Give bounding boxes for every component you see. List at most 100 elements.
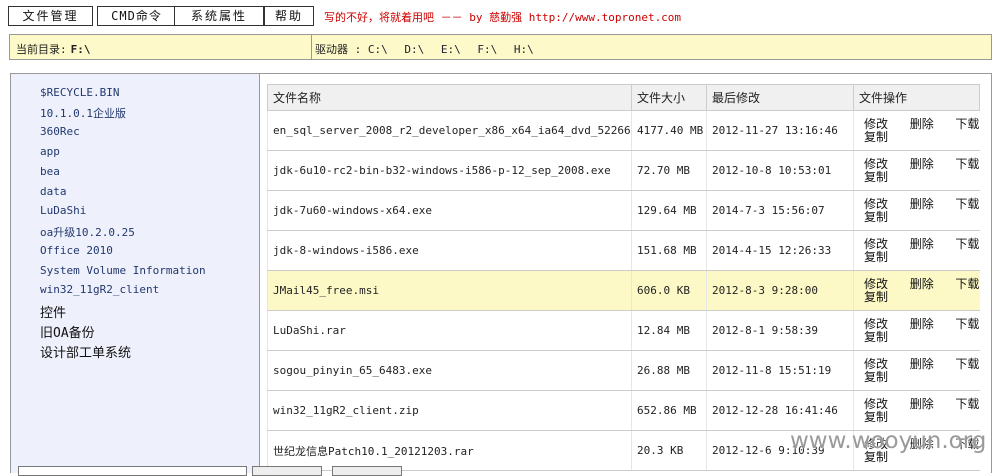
edit-link[interactable]: 修改 (864, 357, 888, 371)
edit-link[interactable]: 修改 (864, 157, 888, 171)
table-row: JMail45_free.msi 606.0 KB 2012-8-3 9:28:00… (267, 270, 980, 311)
delete-link[interactable]: 删除 (910, 237, 934, 251)
folder-item[interactable]: System Volume Information (40, 264, 206, 277)
copy-link[interactable]: 复制 (864, 330, 888, 344)
header-file-name: 文件名称 (267, 84, 632, 111)
folder-item[interactable]: oa升级10.2.0.25 (40, 224, 135, 240)
copy-link[interactable]: 复制 (864, 250, 888, 264)
edit-link[interactable]: 修改 (864, 397, 888, 411)
file-size-cell: 12.84 MB (631, 310, 707, 351)
file-size-cell: 4177.40 MB (631, 110, 707, 151)
table-row: sogou_pinyin_65_6483.exe 26.88 MB 2012-11-… (267, 350, 980, 391)
folder-item[interactable]: Office 2010 (40, 244, 113, 257)
delete-link[interactable]: 删除 (910, 157, 934, 171)
file-actions-cell: 修改 删除 下载复制 (853, 350, 980, 391)
folder-item[interactable]: 控件 (40, 302, 66, 321)
download-link[interactable]: 下载 (955, 157, 979, 171)
bottom-button-1[interactable] (252, 466, 322, 476)
system-properties-button[interactable]: 系统属性 (174, 6, 264, 26)
bottom-input[interactable] (18, 466, 247, 476)
folder-item[interactable]: win32_11gR2_client (40, 283, 159, 296)
copy-link[interactable]: 复制 (864, 170, 888, 184)
file-size-cell: 606.0 KB (631, 270, 707, 311)
folder-item[interactable]: 设计部工单系统 (40, 342, 131, 361)
delete-link[interactable]: 删除 (910, 117, 934, 131)
file-name-cell[interactable]: jdk-6u10-rc2-bin-b32-windows-i586-p-12_s… (267, 150, 632, 191)
copy-link[interactable]: 复制 (864, 130, 888, 144)
file-actions-cell: 修改 删除 下载复制 (853, 150, 980, 191)
table-row: en_sql_server_2008_r2_developer_x86_x64_… (267, 110, 980, 151)
file-actions-cell: 修改 删除 下载复制 (853, 310, 980, 351)
file-name-cell[interactable]: JMail45_free.msi (267, 270, 632, 311)
folder-item[interactable]: bea (40, 165, 60, 178)
file-name-cell[interactable]: jdk-8-windows-i586.exe (267, 230, 632, 271)
file-modified-cell: 2012-10-8 10:53:01 (706, 150, 854, 191)
download-link[interactable]: 下载 (955, 237, 979, 251)
folder-sidebar: $RECYCLE.BIN 10.1.0.1企业版 360Rec app bea … (11, 74, 260, 473)
copy-link[interactable]: 复制 (864, 410, 888, 424)
download-link[interactable]: 下载 (955, 277, 979, 291)
drive-h[interactable]: H:\ (514, 43, 534, 56)
top-menu: 文件管理 CMD命令 系统属性 帮助 写的不好，将就着用吧 －－ by 慈勤强 … (8, 6, 993, 28)
file-size-cell: 151.68 MB (631, 230, 707, 271)
edit-link[interactable]: 修改 (864, 277, 888, 291)
download-link[interactable]: 下载 (955, 317, 979, 331)
copy-link[interactable]: 复制 (864, 210, 888, 224)
table-row: jdk-8-windows-i586.exe 151.68 MB 2014-4-15… (267, 230, 980, 271)
author-tagline: 写的不好，将就着用吧 －－ by 慈勤强 http://www.topronet… (324, 11, 682, 24)
drive-d[interactable]: D:\ (404, 43, 424, 56)
watermark: www.wooyun.org (790, 428, 987, 454)
download-link[interactable]: 下载 (955, 117, 979, 131)
delete-link[interactable]: 删除 (910, 357, 934, 371)
file-name-cell[interactable]: sogou_pinyin_65_6483.exe (267, 350, 632, 391)
file-manage-button[interactable]: 文件管理 (8, 6, 93, 26)
path-divider (311, 35, 312, 59)
folder-item[interactable]: 旧OA备份 (40, 322, 95, 341)
file-name-cell[interactable]: 世纪龙信息Patch10.1_20121203.rar (267, 430, 632, 471)
drive-c[interactable]: C:\ (368, 43, 388, 56)
file-size-cell: 26.88 MB (631, 350, 707, 391)
copy-link[interactable]: 复制 (864, 370, 888, 384)
download-link[interactable]: 下载 (955, 197, 979, 211)
file-size-cell: 20.3 KB (631, 430, 707, 471)
edit-link[interactable]: 修改 (864, 117, 888, 131)
folder-item[interactable]: LuDaShi (40, 204, 86, 217)
table-row: jdk-6u10-rc2-bin-b32-windows-i586-p-12_s… (267, 150, 980, 191)
file-name-cell[interactable]: jdk-7u60-windows-x64.exe (267, 190, 632, 231)
file-size-cell: 129.64 MB (631, 190, 707, 231)
folder-item[interactable]: 10.1.0.1企业版 (40, 105, 126, 121)
help-button[interactable]: 帮助 (264, 6, 314, 26)
edit-link[interactable]: 修改 (864, 197, 888, 211)
current-directory: 当前目录: F:\ (16, 41, 91, 57)
file-list-area: 文件名称 文件大小 最后修改 文件操作 en_sql_server_2008_r… (261, 74, 991, 473)
file-table: 文件名称 文件大小 最后修改 文件操作 en_sql_server_2008_r… (267, 84, 980, 471)
drive-f[interactable]: F:\ (477, 43, 497, 56)
cmd-button[interactable]: CMD命令 (97, 6, 176, 26)
folder-item[interactable]: 360Rec (40, 125, 80, 138)
file-name-cell[interactable]: LuDaShi.rar (267, 310, 632, 351)
folder-item[interactable]: app (40, 145, 60, 158)
folder-item[interactable]: data (40, 185, 67, 198)
file-modified-cell: 2012-8-3 9:28:00 (706, 270, 854, 311)
drive-e[interactable]: E:\ (441, 43, 461, 56)
download-link[interactable]: 下载 (955, 357, 979, 371)
drive-list: 驱动器 : C:\ D:\ E:\ F:\ H:\ (315, 41, 544, 57)
bottom-button-2[interactable] (332, 466, 402, 476)
file-name-cell[interactable]: en_sql_server_2008_r2_developer_x86_x64_… (267, 110, 632, 151)
file-actions-cell: 修改 删除 下载复制 (853, 230, 980, 271)
header-file-size: 文件大小 (631, 84, 707, 111)
file-modified-cell: 2012-8-1 9:58:39 (706, 310, 854, 351)
download-link[interactable]: 下载 (955, 397, 979, 411)
file-ops: 修改 删除 下载复制 (864, 277, 979, 304)
delete-link[interactable]: 删除 (910, 277, 934, 291)
delete-link[interactable]: 删除 (910, 317, 934, 331)
edit-link[interactable]: 修改 (864, 237, 888, 251)
delete-link[interactable]: 删除 (910, 197, 934, 211)
table-row: win32_11gR2_client.zip 652.86 MB 2012-12-2… (267, 390, 980, 431)
file-actions-cell: 修改 删除 下载复制 (853, 190, 980, 231)
folder-item[interactable]: $RECYCLE.BIN (40, 86, 119, 99)
edit-link[interactable]: 修改 (864, 317, 888, 331)
delete-link[interactable]: 删除 (910, 397, 934, 411)
copy-link[interactable]: 复制 (864, 290, 888, 304)
file-name-cell[interactable]: win32_11gR2_client.zip (267, 390, 632, 431)
